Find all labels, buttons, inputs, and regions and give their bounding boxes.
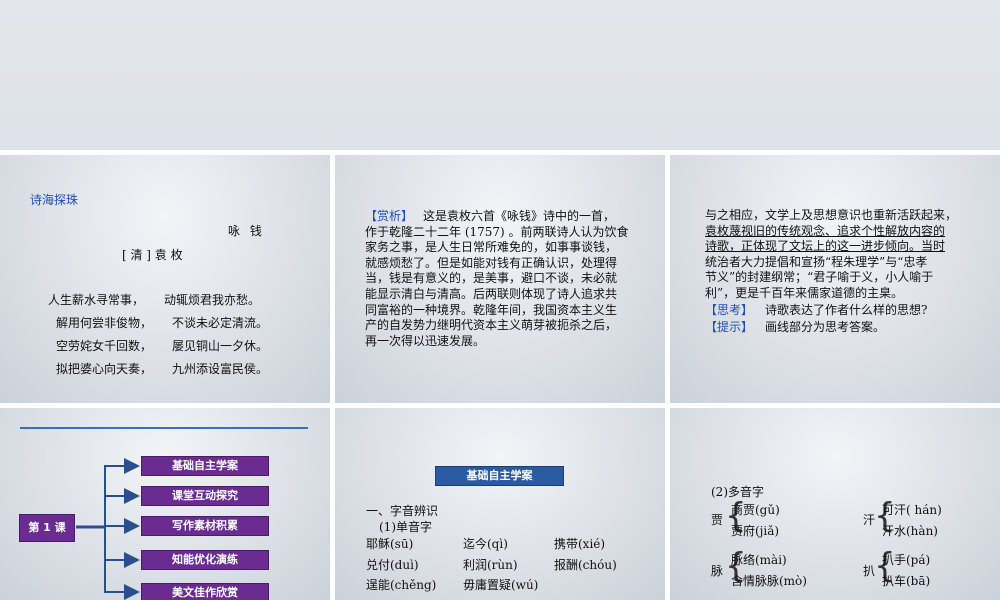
subsection-title: (1)单音字 [379,520,432,534]
polyphone-item: 商贾(gǔ) [731,503,780,517]
text-line: 统治者大力提倡和宣扬“程朱理学”与“忠孝 [705,254,928,269]
node-practice[interactable]: 知能优化演练 [141,550,269,570]
text-line: 产的自发势力继明代资本主义萌芽被扼杀之后， [365,318,618,333]
slide-lesson-map[interactable]: 第 1 课 基础自主学案 课堂互动探究 写作素材积累 知能优化演练 美文佳作欣赏 [0,408,330,600]
pinyin-item: 利润(rùn) [463,558,518,572]
text-line: 能显示清白与清高。后两联则体现了诗人追求共 [365,286,618,301]
section-title: 一、字音辨识 [366,504,439,518]
poem-line: 拟把婆心向天奏， [56,362,153,376]
text-line: 与之相应，文学上及思想意识也重新活跃起来， [705,208,958,222]
pinyin-item: 兑付(duì) [366,558,419,572]
text-line: 利”，更是千百年来儒家道德的主臬。 [705,285,904,300]
slide-pronunciation[interactable]: 基础自主学案 一、字音辨识 (1)单音字 耶稣(sū) 迄今(qì) 携带(xi… [335,408,665,600]
think-tag: 【思考】 [705,302,754,317]
underlined-answer-line: 诗歌，正体现了文坛上的这一进步倾向。当时 [705,239,946,254]
poem-line: 空劳姹女千回数， [56,339,153,353]
appreciation-tag: 【赏析】 [365,209,414,223]
text-line: 就感烦愁了。但是如能对钱有正确认识，处理得 [365,255,618,270]
pinyin-item: 逞能(chěng) [366,578,437,592]
text-line: 家务之事，是人生日常所难免的，如事事谈钱， [365,240,618,255]
slide-appreciation[interactable]: 【赏析】 这是袁枚六首《咏钱》诗中的一首， 作于乾隆二十二年 (1757) 。前两… [335,155,665,403]
think-question: 诗歌表达了作者什么样的思想? [765,302,928,317]
pinyin-item: 毋庸置疑(wú) [463,578,539,592]
polyphone-item: 脉络(mài) [731,553,787,567]
text-line: 节义”的封建纲常；“君子喻于义，小人喻于 [705,270,934,285]
pinyin-item: 携带(xié) [554,537,606,551]
section-banner: 基础自主学案 [435,466,564,486]
poem-line: 九州添设富民侯。 [172,362,269,376]
text-line: 再一次得以迅速发展。 [365,333,486,348]
section-heading: 诗海探珠 [30,193,79,207]
slide-thinking[interactable]: 与之相应，文学上及思想意识也重新活跃起来， 袁枚蔑视旧的传统观念、追求个性解放内… [670,155,1000,403]
polyphone-item: 汗水(hàn) [882,524,938,538]
hint-tag: 【提示】 [705,320,754,335]
poem-line: 解用何尝非俊物， [56,316,153,330]
poem-line: 不谈未必定清流。 [172,316,269,330]
blank-header-area [0,0,1000,150]
slide-polyphones[interactable]: (2)多音字 贾 { 商贾(gǔ) 贾府(jiǎ) 汗 { 可汗( hán) 汗… [670,408,1000,600]
polyphone-item: 贾府(jiǎ) [731,524,780,538]
appreciation-text: 【赏析】 这是袁枚六首《咏钱》诗中的一首， 作于乾隆二十二年 (1757) 。前两… [365,209,629,349]
polyphone-char: 贾 [711,513,724,527]
context-text: 与之相应，文学上及思想意识也重新活跃起来， 袁枚蔑视旧的传统观念、追求个性解放内… [705,208,957,336]
node-fine-essays[interactable]: 美文佳作欣赏 [141,583,269,600]
node-basic-study[interactable]: 基础自主学案 [141,456,269,476]
text-line: 这是袁枚六首《咏钱》诗中的一首， [423,209,616,223]
poem-title: 咏 钱 [228,224,265,238]
slide-poem[interactable]: 诗海探珠 咏 钱 [ 清 ] 袁 枚 人生薪水寻常事， 动辄烦君我亦愁。 解用何… [0,155,330,403]
node-classroom-interaction[interactable]: 课堂互动探究 [141,486,269,506]
underlined-answer-line: 袁枚蔑视旧的传统观念、追求个性解放内容的 [705,223,946,238]
poem-line: 屡见铜山一夕休。 [172,339,269,353]
pinyin-item: 迄今(qì) [463,537,508,551]
poem-line: 人生薪水寻常事， [48,293,145,307]
polyphone-item: 扒手(pá) [882,553,931,567]
polyphone-item: 扒车(bā) [882,574,931,588]
poem-line: 动辄烦君我亦愁。 [164,293,261,307]
text-line: 作于乾隆二十二年 (1757) 。前两联诗人认为饮食 [365,224,629,239]
text-line: 同富裕的一种境界。乾隆年间，我国资本主义生 [365,302,618,317]
poem-author: [ 清 ] 袁 枚 [122,248,183,262]
hint-text: 画线部分为思考答案。 [765,320,886,335]
polyphone-item: 可汗( hán) [882,503,942,517]
pinyin-item: 耶稣(sū) [366,537,414,551]
polyphone-item: 含情脉脉(mò) [731,574,807,588]
pinyin-item: 报酬(chóu) [554,558,617,572]
polyphone-char: 脉 [711,564,724,578]
text-line: 当，钱是有意义的，是美事，避口不谈，未必就 [365,271,618,286]
node-writing-materials[interactable]: 写作素材积累 [141,516,269,536]
